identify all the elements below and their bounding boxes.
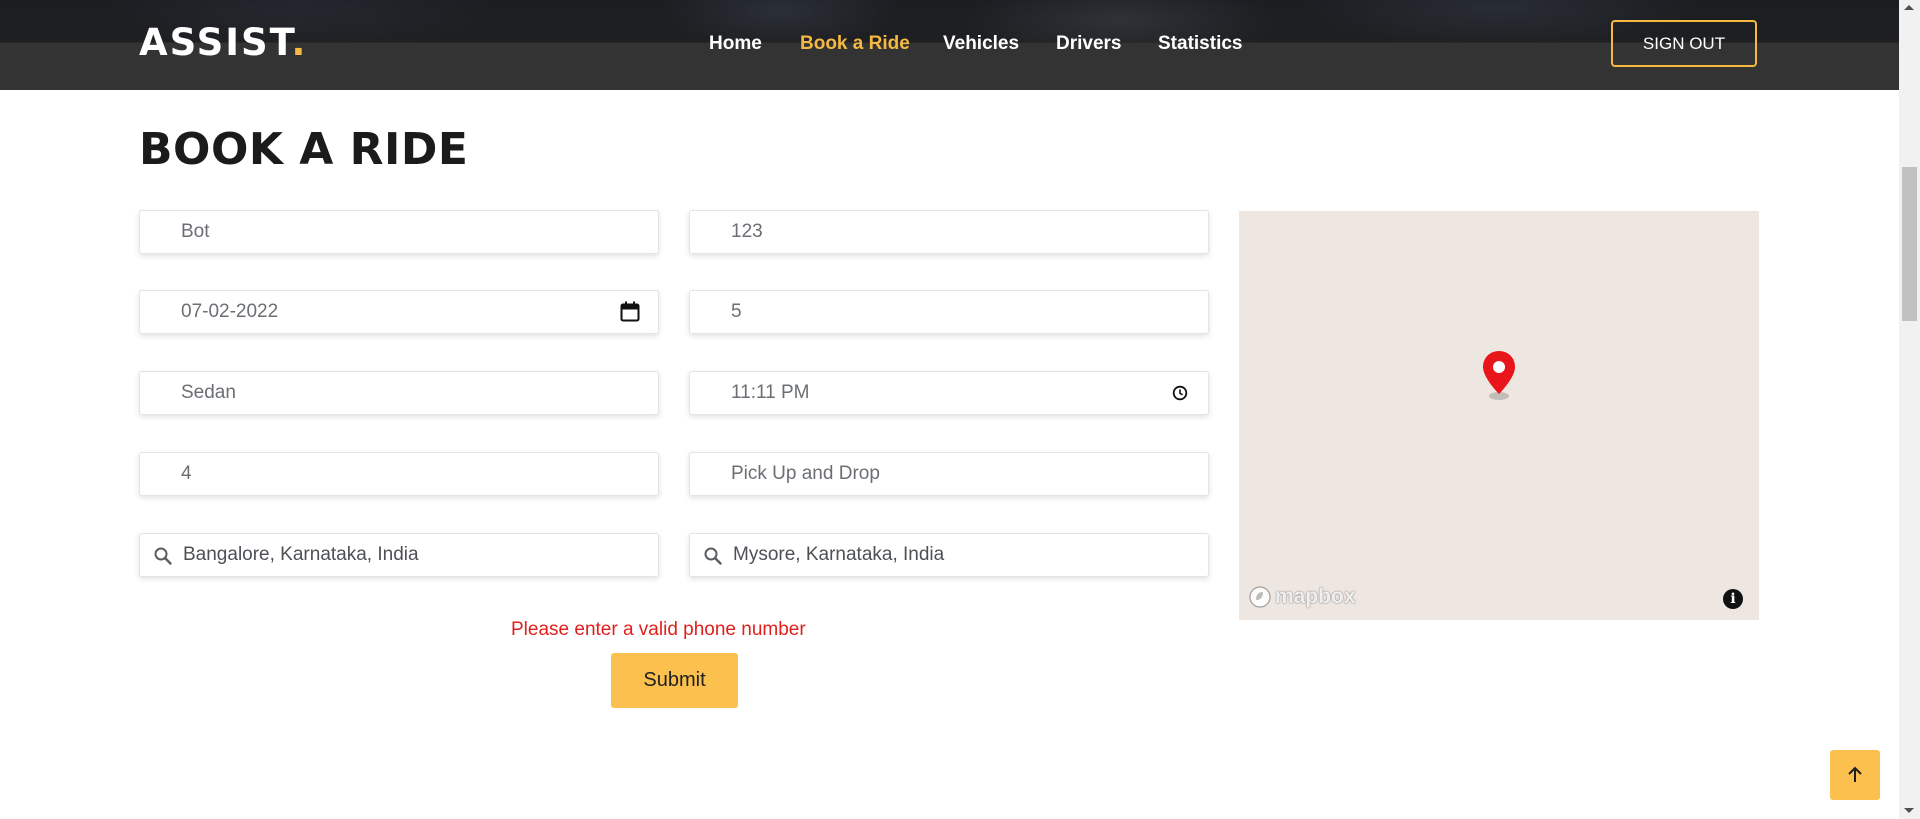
scrollbar-thumb[interactable] [1902,167,1917,321]
scroll-down-arrow-icon[interactable] [1904,808,1914,813]
drop-location-field[interactable]: Mysore, Karnataka, India [689,533,1209,577]
top-navbar: ASSIST. Home Book a Ride Vehicles Driver… [0,0,1899,90]
passengers-value: 4 [181,463,192,484]
scroll-to-top-button[interactable] [1830,750,1880,800]
map-pin-icon[interactable] [1481,350,1517,402]
name-field[interactable]: Bot [139,210,659,254]
nav-vehicles[interactable]: Vehicles [943,33,1019,55]
phone-field[interactable]: 123 [689,210,1209,254]
clock-icon[interactable] [1172,385,1188,401]
scroll-up-arrow-icon[interactable] [1904,5,1914,10]
passengers-field[interactable]: 4 [139,452,659,496]
date-value: 07-02-2022 [181,301,279,322]
duration-value: 5 [731,301,742,322]
logo-text: ASSIST [139,21,292,64]
pickup-location-field[interactable]: Bangalore, Karnataka, India [139,533,659,577]
search-icon [704,547,722,565]
map-info-icon[interactable]: i [1723,589,1743,609]
submit-button[interactable]: Submit [611,653,738,708]
search-icon [154,547,172,565]
date-field[interactable]: 07-02-2022 [139,290,659,334]
name-value: Bot [181,221,210,242]
time-field[interactable]: 11:11 PM [689,371,1209,415]
nav-home[interactable]: Home [709,33,762,55]
arrow-up-icon [1848,766,1862,782]
mapbox-logo[interactable]: mapbox [1248,585,1356,609]
time-value: 11:11 PM [731,382,810,403]
drop-location-value: Mysore, Karnataka, India [733,544,945,565]
duration-field[interactable]: 5 [689,290,1209,334]
nav-drivers[interactable]: Drivers [1056,33,1122,55]
phone-value: 123 [731,221,763,242]
route-map[interactable]: mapbox i [1239,211,1759,620]
vehicle-type-value: Sedan [181,382,236,403]
sign-out-button[interactable]: SIGN OUT [1611,20,1757,67]
nav-book-a-ride[interactable]: Book a Ride [800,33,910,55]
pickup-location-value: Bangalore, Karnataka, India [183,544,419,565]
ride-type-field[interactable]: Pick Up and Drop [689,452,1209,496]
nav-statistics[interactable]: Statistics [1158,33,1242,55]
calendar-icon[interactable] [620,301,640,323]
mapbox-logo-text: mapbox [1275,585,1356,608]
vehicle-type-field[interactable]: Sedan [139,371,659,415]
ride-type-value: Pick Up and Drop [731,463,880,484]
phone-error-message: Please enter a valid phone number [511,619,806,640]
assist-logo[interactable]: ASSIST. [139,21,307,64]
page-scrollbar[interactable] [1899,0,1920,819]
page-title: BOOK A RIDE [139,124,469,175]
mapbox-icon [1249,586,1271,608]
logo-dot: . [291,21,308,64]
